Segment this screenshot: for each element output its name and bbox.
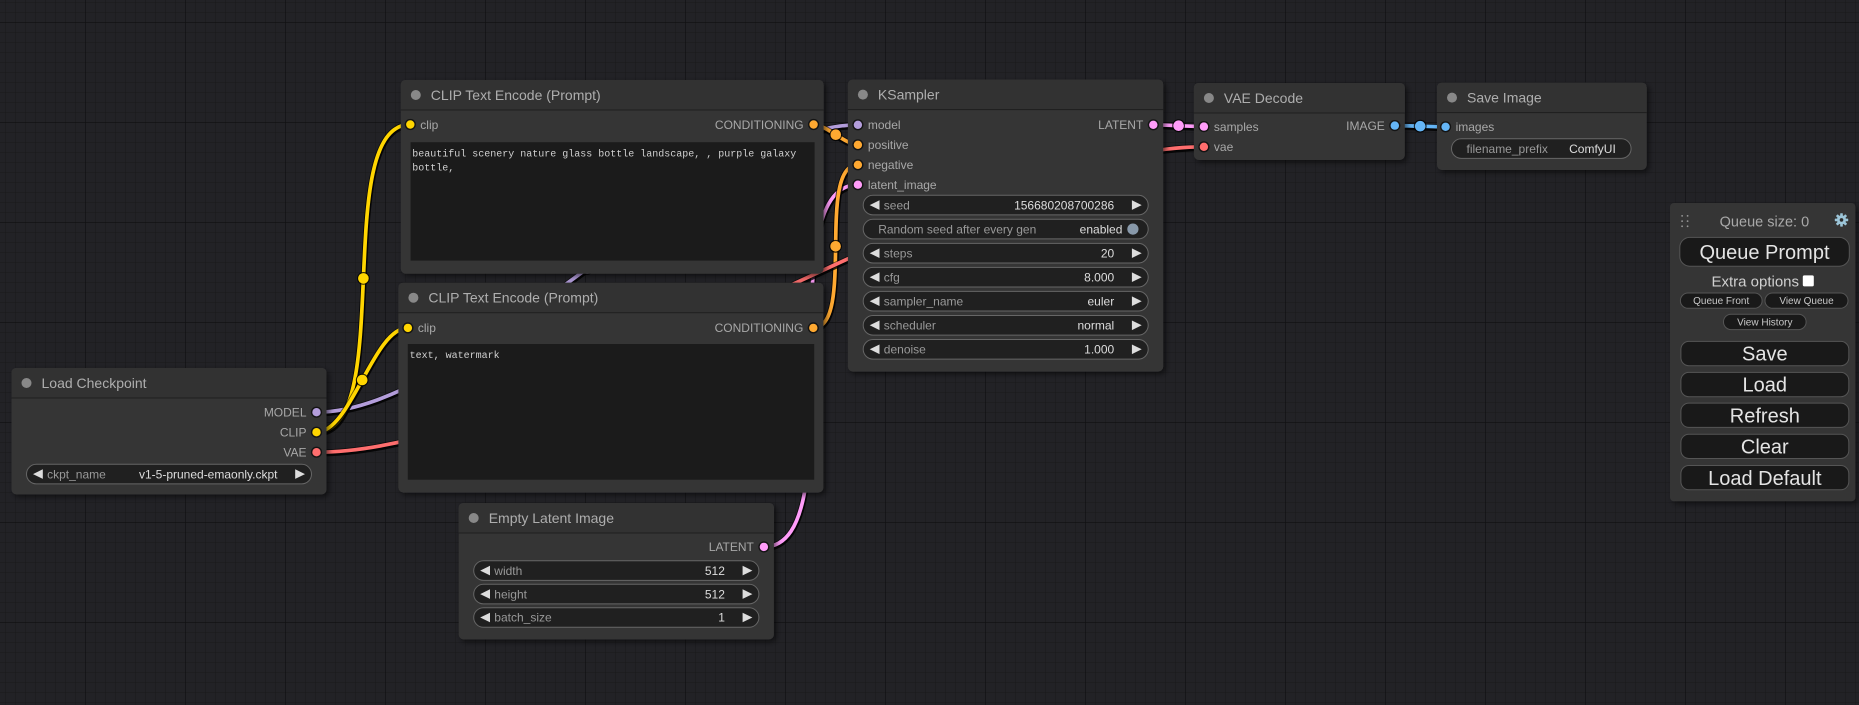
svg-text:Save: Save xyxy=(1742,344,1788,366)
svg-text:Load: Load xyxy=(1743,375,1788,397)
svg-text:sampler_name: sampler_name xyxy=(884,294,964,308)
svg-text:model: model xyxy=(868,118,901,132)
svg-text:8.000: 8.000 xyxy=(1084,270,1114,284)
svg-text:batch_size: batch_size xyxy=(494,611,552,625)
svg-text:filename_prefix: filename_prefix xyxy=(1467,142,1548,156)
svg-text:denoise: denoise xyxy=(884,343,926,357)
svg-text:Empty Latent Image: Empty Latent Image xyxy=(489,510,615,526)
svg-text:MODEL: MODEL xyxy=(264,406,307,420)
svg-text:beautiful scenery nature glass: beautiful scenery nature glass bottle la… xyxy=(412,148,796,160)
svg-text:v1-5-pruned-emaonly.ckpt: v1-5-pruned-emaonly.ckpt xyxy=(139,467,278,481)
svg-text:clip: clip xyxy=(418,321,436,335)
svg-text:LATENT: LATENT xyxy=(1098,118,1144,132)
svg-text:Queue size: 0: Queue size: 0 xyxy=(1720,214,1809,230)
svg-text:vae: vae xyxy=(1214,140,1234,154)
svg-text:Refresh: Refresh xyxy=(1730,405,1800,427)
svg-text:20: 20 xyxy=(1101,246,1115,260)
svg-text:clip: clip xyxy=(420,118,438,132)
svg-text:KSampler: KSampler xyxy=(878,86,940,102)
svg-text:CLIP: CLIP xyxy=(280,426,307,440)
svg-text:height: height xyxy=(494,587,527,601)
svg-text:cfg: cfg xyxy=(884,270,900,284)
svg-text:Save Image: Save Image xyxy=(1467,89,1542,105)
svg-text:images: images xyxy=(1456,120,1495,134)
svg-text:Random seed after every gen: Random seed after every gen xyxy=(878,222,1036,236)
svg-text:Clear: Clear xyxy=(1741,437,1789,459)
svg-text:IMAGE: IMAGE xyxy=(1346,119,1385,133)
svg-text:euler: euler xyxy=(1088,294,1115,308)
svg-text:normal: normal xyxy=(1078,319,1115,333)
svg-text:positive: positive xyxy=(868,138,909,152)
svg-text:Queue Front: Queue Front xyxy=(1693,296,1749,307)
svg-text:Load Checkpoint: Load Checkpoint xyxy=(42,375,147,391)
svg-text:VAE: VAE xyxy=(283,446,306,460)
svg-text:512: 512 xyxy=(705,564,725,578)
svg-text:seed: seed xyxy=(884,198,910,212)
svg-text:156680208700286: 156680208700286 xyxy=(1014,198,1114,212)
svg-text:Queue Prompt: Queue Prompt xyxy=(1699,242,1830,264)
svg-text:scheduler: scheduler xyxy=(884,319,936,333)
svg-text:LATENT: LATENT xyxy=(709,540,755,554)
svg-text:steps: steps xyxy=(884,246,913,260)
svg-text:512: 512 xyxy=(705,587,725,601)
svg-text:bottle,: bottle, xyxy=(412,162,454,174)
svg-text:samples: samples xyxy=(1214,120,1259,134)
svg-text:View Queue: View Queue xyxy=(1779,296,1834,307)
svg-text:width: width xyxy=(493,564,522,578)
svg-text:1: 1 xyxy=(718,611,725,625)
svg-text:1.000: 1.000 xyxy=(1084,343,1114,357)
svg-text:CONDITIONING: CONDITIONING xyxy=(715,118,804,132)
svg-text:enabled: enabled xyxy=(1080,222,1123,236)
svg-text:ComfyUI: ComfyUI xyxy=(1569,142,1616,156)
svg-text:CLIP Text Encode (Prompt): CLIP Text Encode (Prompt) xyxy=(428,290,598,306)
svg-text:text, watermark: text, watermark xyxy=(410,350,500,362)
svg-text:View History: View History xyxy=(1737,317,1792,328)
svg-text:VAE Decode: VAE Decode xyxy=(1224,90,1303,106)
svg-text:Load Default: Load Default xyxy=(1708,468,1822,490)
svg-text:negative: negative xyxy=(868,158,914,172)
svg-text:CONDITIONING: CONDITIONING xyxy=(715,321,804,335)
svg-text:Extra options: Extra options xyxy=(1711,274,1799,291)
svg-text:CLIP Text Encode (Prompt): CLIP Text Encode (Prompt) xyxy=(431,87,601,103)
svg-text:ckpt_name: ckpt_name xyxy=(47,467,106,481)
svg-text:latent_image: latent_image xyxy=(868,178,937,192)
